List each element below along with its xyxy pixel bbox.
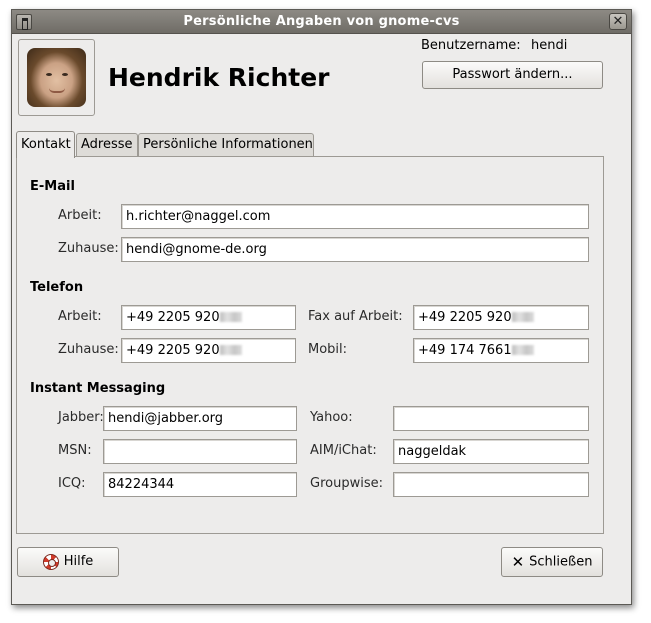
mobile-input[interactable]: +49 174 7661 [413,338,589,363]
fax-input[interactable]: +49 2205 920 [413,305,589,330]
email-work-input[interactable]: h.richter@naggel.com [121,204,589,229]
im-section-title: Instant Messaging [30,381,166,396]
help-button[interactable]: Hilfe [17,547,119,577]
aim-label: AIM/iChat: [310,443,377,458]
tab-persoenliche-informationen[interactable]: Persönliche Informationen [138,133,314,157]
fax-value: +49 2205 920 [418,310,512,325]
window-title: Persönliche Angaben von gnome-cvs [183,14,460,29]
jabber-input[interactable]: hendi@jabber.org [103,406,297,431]
change-password-button[interactable]: Passwort ändern... [422,61,603,89]
groupwise-label: Groupwise: [310,476,383,491]
aim-input[interactable]: naggeldak [393,439,589,464]
close-label: Schließen [529,554,593,570]
phone-work-input[interactable]: +49 2205 920 [121,305,296,330]
redacted-digits [511,312,534,322]
lifebuoy-icon [42,553,59,570]
avatar-button[interactable] [18,39,95,116]
redacted-digits [219,345,242,355]
phone-home-value: +49 2205 920 [126,343,220,358]
fax-label: Fax auf Arbeit: [308,309,403,324]
phone-home-input[interactable]: +49 2205 920 [121,338,296,363]
jabber-label: Jabber: [58,410,104,425]
email-work-value: h.richter@naggel.com [126,209,271,224]
phone-work-value: +49 2205 920 [126,310,220,325]
jabber-value: hendi@jabber.org [108,411,224,426]
icq-value: 84224344 [108,477,175,492]
tab-adresse[interactable]: Adresse [76,133,138,157]
tab-kontakt[interactable]: Kontakt [16,131,75,158]
email-home-input[interactable]: hendi@gnome-de.org [121,237,589,262]
mobile-value: +49 174 7661 [418,343,512,358]
icq-label: ICQ: [58,476,86,491]
full-name: Hendrik Richter [108,63,330,92]
msn-input[interactable] [103,439,297,464]
username-value: hendi [531,38,568,53]
phone-home-label: Zuhause: [58,342,119,357]
groupwise-input[interactable] [393,472,589,497]
icq-input[interactable]: 84224344 [103,472,297,497]
yahoo-input[interactable] [393,406,589,431]
phone-work-label: Arbeit: [58,309,102,324]
avatar [27,48,86,107]
help-label: Hilfe [63,554,94,569]
yahoo-label: Yahoo: [310,410,353,425]
close-button[interactable]: ✕ Schließen [501,547,603,577]
mobile-label: Mobil: [308,342,348,357]
aim-value: naggeldak [398,444,467,459]
window-close-button[interactable]: ✕ [609,13,627,30]
username-label: Benutzername: [421,38,521,53]
email-home-label: Zuhause: [58,241,119,256]
redacted-digits [219,312,242,322]
phone-section-title: Telefon [30,280,84,295]
email-home-value: hendi@gnome-de.org [126,242,267,257]
close-icon: ✕ [511,553,525,571]
redacted-digits [511,345,534,355]
email-work-label: Arbeit: [58,208,102,223]
title-bar[interactable]: Persönliche Angaben von gnome-cvs ✕ [12,10,631,34]
msn-label: MSN: [58,443,92,458]
email-section-title: E-Mail [30,179,75,194]
